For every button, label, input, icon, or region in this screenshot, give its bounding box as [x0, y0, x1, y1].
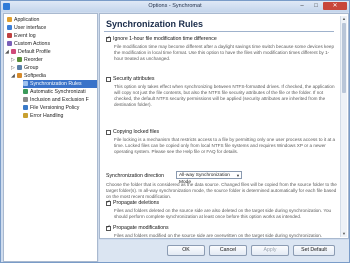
reorder-icon: [17, 57, 22, 63]
sync-direction-select[interactable]: All-way Synchronization Mode ▼: [176, 171, 242, 185]
sync-direction-description: Choose the folder that is considered as …: [106, 182, 337, 199]
expand-group-icon[interactable]: ▷: [11, 65, 15, 71]
options-tree: Application User interface Event log Cus…: [3, 13, 98, 262]
propagate-modifications-checkbox[interactable]: [106, 224, 111, 231]
tree-item-synchronization-rules[interactable]: Synchronization Rules: [23, 80, 97, 88]
tree-item-error-handling[interactable]: Error Handling: [23, 112, 63, 120]
security-attributes-label[interactable]: Security attributes: [113, 76, 155, 82]
tree-item-default-profile[interactable]: Default Profile: [11, 48, 51, 56]
tree-item-user-interface[interactable]: User interface: [7, 24, 46, 32]
application-icon: [7, 17, 12, 23]
profile-icon: [11, 49, 16, 55]
expand-reorder-icon[interactable]: ▷: [11, 57, 15, 63]
propagate-deletions-label[interactable]: Propagate deletions: [113, 200, 159, 206]
security-attributes-description: This option only takes effect when synch…: [114, 84, 335, 107]
dialog-footer: OK Cancel Apply Set Default: [99, 240, 349, 262]
group-icon: [17, 65, 22, 71]
propagate-deletions-checkbox[interactable]: [106, 199, 111, 206]
copying-locked-files-label[interactable]: Copying locked files: [113, 129, 159, 135]
set-default-button[interactable]: Set Default: [293, 245, 335, 256]
vertical-scrollbar[interactable]: ▲ ▼: [340, 16, 347, 237]
settings-panel: Synchronization Rules Ignore 1-hour file…: [99, 13, 349, 239]
scroll-thumb[interactable]: [342, 23, 346, 93]
filter-icon: [23, 97, 28, 103]
tree-item-automatic-synchronization[interactable]: Automatic Synchronizati: [23, 88, 86, 96]
event-log-icon: [7, 33, 12, 39]
sync-direction-label: Synchronization direction: [106, 173, 164, 179]
option-propagate-modifications: Propagate modifications Files and folder…: [106, 224, 338, 239]
option-copying-locked-files: Copying locked files File locking is a m…: [106, 129, 338, 155]
propagate-modifications-label[interactable]: Propagate modifications: [113, 225, 169, 231]
option-security-attributes: Security attributes This option only tak…: [106, 76, 338, 108]
tree-item-softpedia[interactable]: Softpedia: [17, 72, 46, 80]
tree-item-event-log[interactable]: Event log: [7, 32, 36, 40]
versioning-icon: [23, 105, 28, 111]
automatic-sync-icon: [23, 89, 28, 95]
tree-item-reorder[interactable]: Reorder: [17, 56, 43, 64]
tree-item-application[interactable]: Application: [7, 16, 39, 24]
security-attributes-checkbox[interactable]: [106, 76, 111, 82]
ignore-1-hour-description: File modification time may become differ…: [114, 44, 335, 61]
title-divider: [104, 31, 334, 32]
collapse-softpedia-icon[interactable]: ◢: [11, 73, 15, 79]
tree-item-inclusion-exclusion[interactable]: Inclusion and Exclusion F: [23, 96, 89, 104]
scroll-up-icon[interactable]: ▲: [341, 16, 347, 22]
chevron-down-icon: ▼: [236, 173, 240, 178]
page-title: Synchronization Rules: [106, 19, 204, 29]
ignore-1-hour-label[interactable]: Ignore 1-hour file modification time dif…: [113, 36, 217, 42]
tree-item-custom-actions[interactable]: Custom Actions: [7, 40, 50, 48]
option-ignore-1-hour: Ignore 1-hour file modification time dif…: [106, 35, 338, 62]
softpedia-icon: [17, 73, 22, 79]
options-window: Options - Synchromat – □ ✕ Application U…: [0, 0, 350, 263]
copying-locked-files-checkbox[interactable]: [106, 129, 111, 135]
sync-rules-icon: [23, 81, 28, 87]
option-propagate-deletions: Propagate deletions Files and folders de…: [106, 199, 338, 220]
error-handling-icon: [23, 113, 28, 119]
tree-item-group[interactable]: Group: [17, 64, 38, 72]
propagate-deletions-description: Files and folders deleted on the source …: [114, 208, 332, 220]
apply-button[interactable]: Apply: [251, 245, 289, 256]
minimize-button[interactable]: –: [295, 2, 309, 10]
title-bar[interactable]: Options - Synchromat – □ ✕: [1, 1, 349, 12]
close-button[interactable]: ✕: [323, 2, 347, 10]
maximize-button[interactable]: □: [309, 2, 323, 10]
collapse-default-profile-icon[interactable]: ◢: [5, 49, 9, 55]
copying-locked-files-description: File locking is a mechanism that restric…: [114, 137, 336, 154]
scroll-down-icon[interactable]: ▼: [341, 231, 347, 237]
propagate-modifications-description: Files and folders modified on the source…: [114, 233, 323, 239]
user-interface-icon: [7, 25, 12, 31]
cancel-button[interactable]: Cancel: [209, 245, 247, 256]
sync-direction-row: Synchronization direction All-way Synchr…: [106, 171, 338, 199]
custom-actions-icon: [7, 41, 12, 47]
ok-button[interactable]: OK: [167, 245, 205, 256]
ignore-1-hour-checkbox[interactable]: [106, 35, 111, 42]
tree-item-file-versioning[interactable]: File Versioning Policy: [23, 104, 79, 112]
